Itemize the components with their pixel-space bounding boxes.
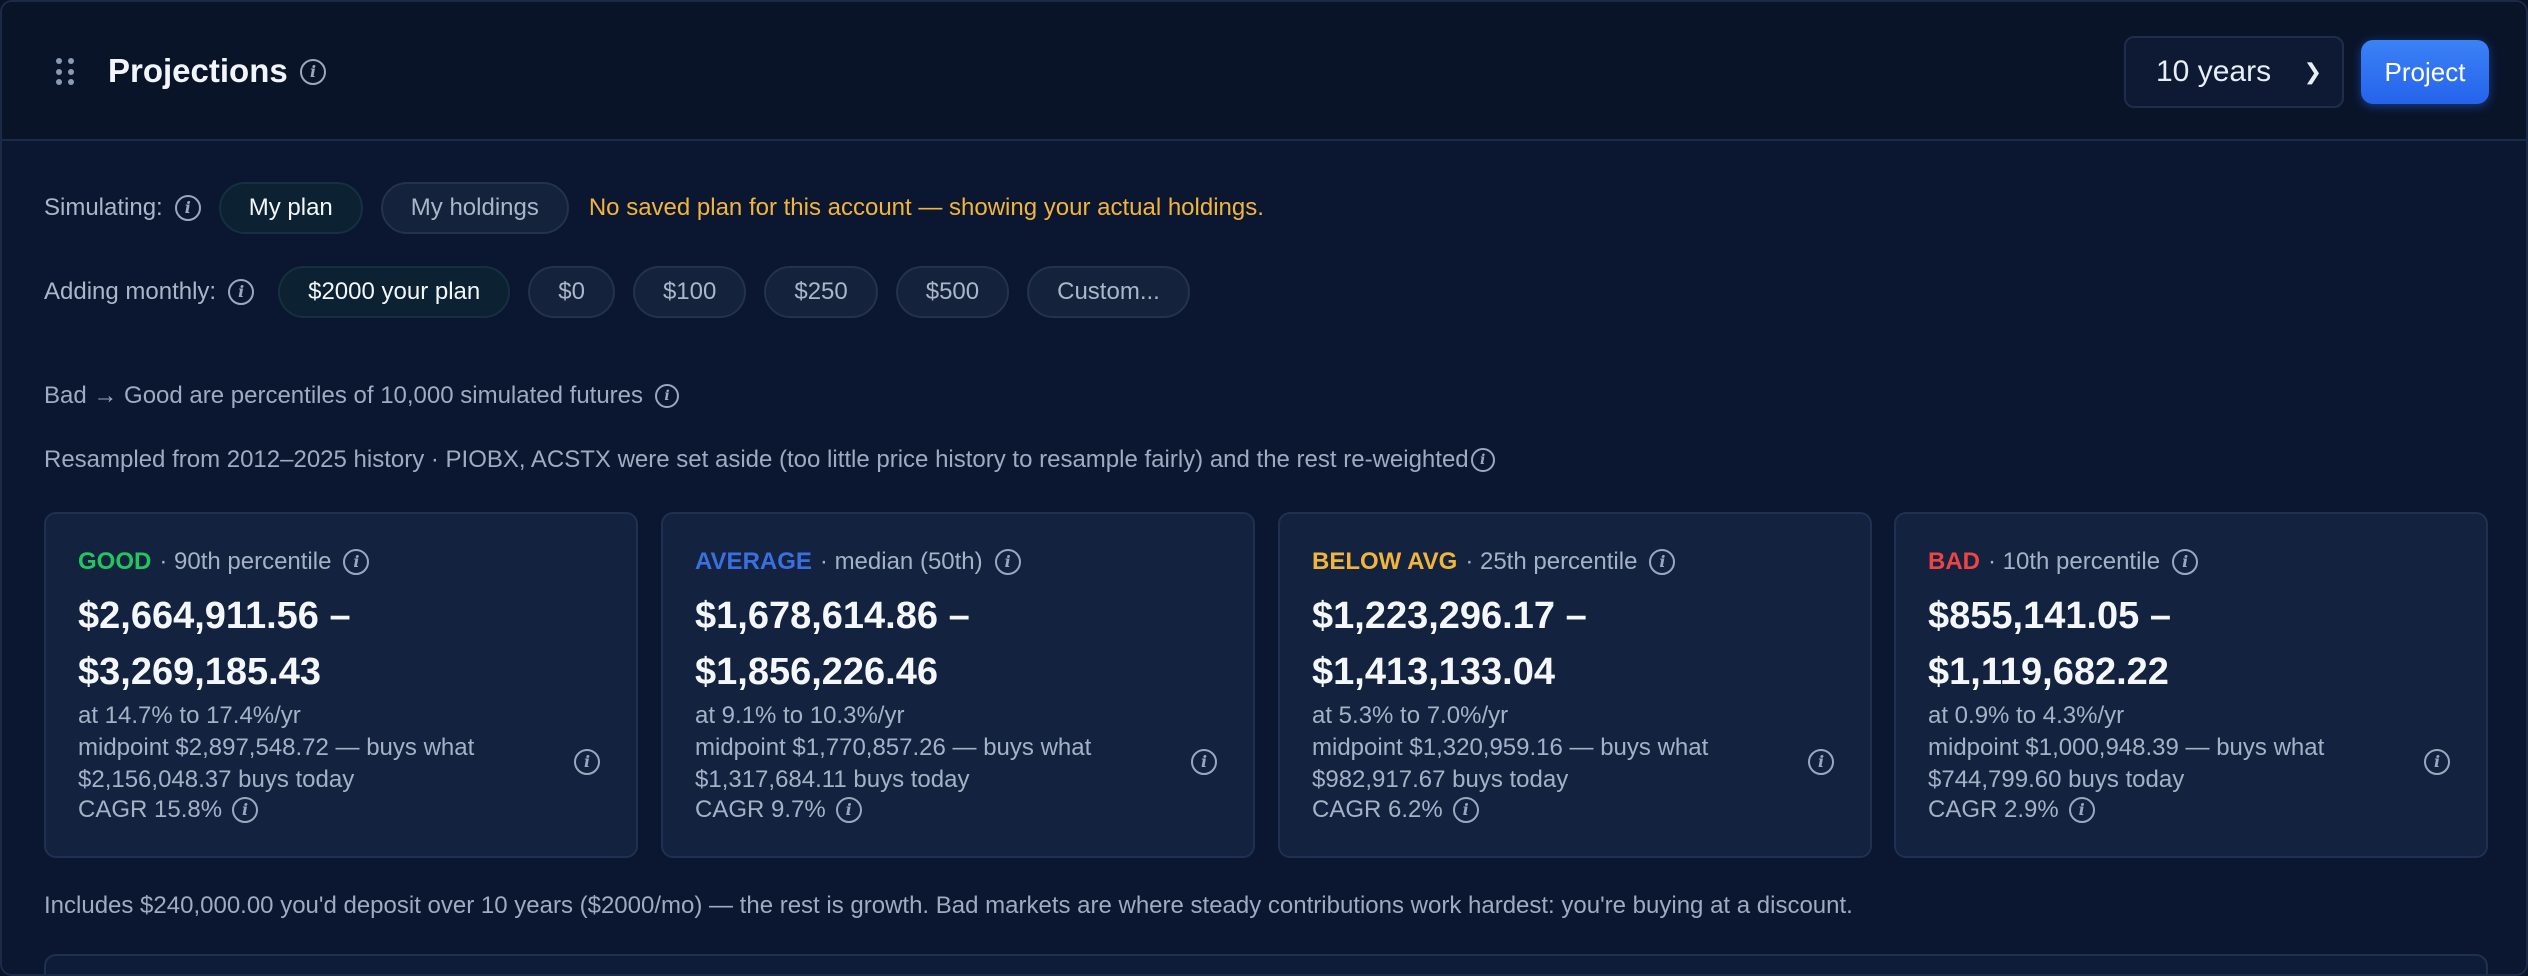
- info-icon[interactable]: i: [228, 279, 255, 305]
- resampled-note: Resampled from 2012–2025 history · PIOBX…: [44, 446, 1495, 474]
- bad-card: BAD · 10th percentile i $855,141.05 – $1…: [1894, 512, 2488, 858]
- info-icon[interactable]: i: [343, 549, 370, 575]
- cagr-line: CAGR 15.8% i: [78, 796, 259, 824]
- panel-header: Projections i 10 years ❯ Project: [2, 2, 2526, 141]
- range-low: $2,664,911.56 –: [78, 595, 351, 637]
- chevron-down-icon: ❯: [2303, 59, 2322, 84]
- card-label: GOOD · 90th percentile i: [78, 548, 370, 576]
- monthly-0-pill[interactable]: $0: [528, 266, 615, 318]
- value-range: $2,664,911.56 – $3,269,185.43: [78, 588, 618, 700]
- tier-label: AVERAGE: [695, 548, 812, 575]
- info-icon[interactable]: i: [655, 384, 680, 408]
- range-low: $855,141.05 –: [1928, 595, 2172, 637]
- monthly-label: Adding monthly:: [44, 278, 217, 305]
- monthly-plan-pill[interactable]: $2000 your plan: [278, 266, 511, 318]
- page-title: Projections: [108, 52, 288, 89]
- info-icon[interactable]: i: [300, 59, 326, 85]
- monthly-row: Adding monthly: i $2000 your plan $0 $10…: [44, 266, 1190, 318]
- info-icon[interactable]: i: [835, 797, 862, 823]
- info-icon[interactable]: i: [2068, 797, 2095, 823]
- monthly-custom-pill[interactable]: Custom...: [1027, 266, 1190, 318]
- range-low: $1,223,296.17 –: [1312, 595, 1587, 637]
- value-range: $855,141.05 – $1,119,682.22: [1928, 588, 2468, 700]
- drag-handle-icon[interactable]: [56, 58, 74, 86]
- midpoint-text: midpoint $2,897,548.72 — buys what $2,15…: [78, 734, 475, 793]
- monthly-100-pill[interactable]: $100: [632, 266, 747, 318]
- percentile-label: · median (50th): [819, 548, 983, 575]
- monthly-250-pill[interactable]: $250: [764, 266, 878, 318]
- value-range: $1,678,614.86 – $1,856,226.46: [695, 588, 1235, 700]
- info-icon[interactable]: i: [1808, 749, 1834, 775]
- tier-label: BAD: [1928, 548, 1980, 575]
- card-detail: at 9.1% to 10.3%/yr midpoint $1,770,857.…: [695, 700, 1135, 796]
- tier-label: BELOW AVG: [1312, 548, 1458, 575]
- card-label: BELOW AVG · 25th percentile i: [1312, 548, 1676, 576]
- simulating-label: Simulating:: [44, 194, 163, 221]
- no-plan-notice: No saved plan for this account — showing…: [588, 194, 1264, 221]
- percentile-label: · 25th percentile: [1465, 548, 1638, 575]
- range-high: $3,269,185.43: [78, 651, 322, 693]
- cagr-line: CAGR 9.7% i: [695, 796, 862, 824]
- next-section: [44, 954, 2488, 974]
- info-icon[interactable]: i: [1470, 448, 1495, 472]
- cagr-text: CAGR 9.7%: [695, 796, 826, 823]
- cagr-line: CAGR 2.9% i: [1928, 796, 2095, 824]
- average-card: AVERAGE · median (50th) i $1,678,614.86 …: [661, 512, 1255, 858]
- range-low: $1,678,614.86 –: [695, 595, 970, 637]
- rate-text: at 5.3% to 7.0%/yr: [1312, 702, 1509, 729]
- monthly-500-pill[interactable]: $500: [895, 266, 1010, 318]
- info-icon[interactable]: i: [174, 195, 201, 221]
- value-range: $1,223,296.17 – $1,413,133.04: [1312, 588, 1852, 700]
- info-icon[interactable]: i: [1452, 797, 1479, 823]
- percentiles-note: Bad → Good are percentiles of 10,000 sim…: [44, 382, 680, 410]
- deposit-note: Includes $240,000.00 you'd deposit over …: [44, 892, 1853, 919]
- info-icon[interactable]: i: [232, 797, 259, 823]
- my-plan-pill[interactable]: My plan: [218, 182, 363, 234]
- info-icon[interactable]: i: [1191, 749, 1217, 775]
- card-label: BAD · 10th percentile i: [1928, 548, 2199, 576]
- projections-panel: Projections i 10 years ❯ Project Simulat…: [0, 0, 2528, 976]
- info-icon[interactable]: i: [574, 749, 600, 775]
- rate-text: at 9.1% to 10.3%/yr: [695, 702, 905, 729]
- card-detail: at 14.7% to 17.4%/yr midpoint $2,897,548…: [78, 700, 518, 796]
- rate-text: at 14.7% to 17.4%/yr: [78, 702, 301, 729]
- midpoint-text: midpoint $1,770,857.26 — buys what $1,31…: [695, 734, 1092, 793]
- cagr-line: CAGR 6.2% i: [1312, 796, 1479, 824]
- years-select-value: 10 years: [2156, 55, 2272, 88]
- projection-cards: GOOD · 90th percentile i $2,664,911.56 –…: [44, 512, 2488, 858]
- years-select[interactable]: 10 years ❯: [2124, 36, 2344, 108]
- card-detail: at 5.3% to 7.0%/yr midpoint $1,320,959.1…: [1312, 700, 1752, 796]
- rate-text: at 0.9% to 4.3%/yr: [1928, 702, 2125, 729]
- card-label: AVERAGE · median (50th) i: [695, 548, 1021, 576]
- resampled-note-text: Resampled from 2012–2025 history · PIOBX…: [44, 446, 1469, 473]
- below-avg-card: BELOW AVG · 25th percentile i $1,223,296…: [1278, 512, 1872, 858]
- midpoint-text: midpoint $1,320,959.16 — buys what $982,…: [1312, 734, 1709, 793]
- percentile-label: · 90th percentile: [159, 548, 332, 575]
- info-icon[interactable]: i: [2172, 549, 2199, 575]
- info-icon[interactable]: i: [1649, 549, 1676, 575]
- simulating-row: Simulating: i My plan My holdings No sav…: [44, 182, 1264, 234]
- info-icon[interactable]: i: [2424, 749, 2450, 775]
- range-high: $1,119,682.22: [1928, 651, 2169, 693]
- midpoint-text: midpoint $1,000,948.39 — buys what $744,…: [1928, 734, 2325, 793]
- project-button[interactable]: Project: [2361, 40, 2489, 104]
- good-card: GOOD · 90th percentile i $2,664,911.56 –…: [44, 512, 638, 858]
- percentile-label: · 10th percentile: [1988, 548, 2161, 575]
- percentiles-note-text: Bad → Good are percentiles of 10,000 sim…: [44, 382, 644, 409]
- tier-label: GOOD: [78, 548, 152, 575]
- cagr-text: CAGR 15.8%: [78, 796, 223, 823]
- cagr-text: CAGR 6.2%: [1312, 796, 1443, 823]
- cagr-text: CAGR 2.9%: [1928, 796, 2059, 823]
- range-high: $1,413,133.04: [1312, 651, 1556, 693]
- info-icon[interactable]: i: [994, 549, 1021, 575]
- range-high: $1,856,226.46: [695, 651, 939, 693]
- card-detail: at 0.9% to 4.3%/yr midpoint $1,000,948.3…: [1928, 700, 2368, 796]
- my-holdings-pill[interactable]: My holdings: [380, 182, 569, 234]
